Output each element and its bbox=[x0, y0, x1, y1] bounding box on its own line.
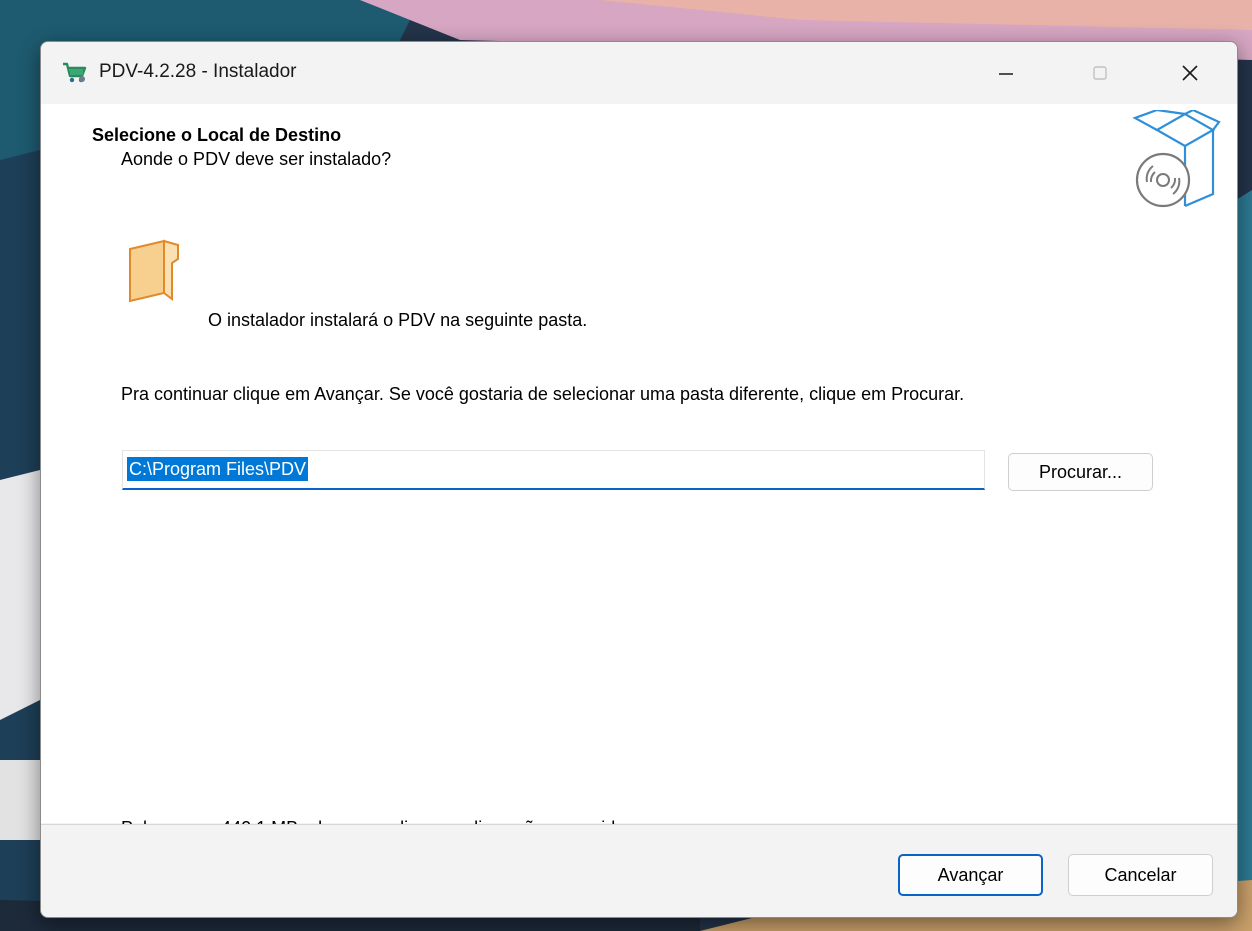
minimize-icon bbox=[999, 73, 1013, 75]
destination-info: O instalador instalará o PDV na seguinte… bbox=[208, 310, 588, 330]
destination-path-input[interactable]: C:\Program Files\PDV bbox=[122, 450, 985, 490]
maximize-button[interactable] bbox=[1065, 42, 1135, 104]
wizard-page: Selecione o Local de Destino Aonde o PDV… bbox=[41, 104, 1237, 838]
page-subtitle: Aonde o PDV deve ser instalado? bbox=[121, 149, 392, 169]
installer-window: PDV-4.2.28 - Instalador Selecione o Loca… bbox=[40, 41, 1238, 918]
window-title: PDV-4.2.28 - Instalador bbox=[99, 61, 297, 82]
instructions-text: Pra continuar clique em Avançar. Se você… bbox=[121, 384, 965, 404]
maximize-icon bbox=[1093, 66, 1107, 80]
cancel-button[interactable]: Cancelar bbox=[1068, 854, 1213, 896]
minimize-button[interactable] bbox=[971, 42, 1041, 104]
browse-button[interactable]: Procurar... bbox=[1008, 453, 1153, 491]
folder-icon bbox=[129, 239, 179, 303]
button-bar: Avançar Cancelar bbox=[41, 825, 1237, 917]
close-button[interactable] bbox=[1155, 42, 1225, 104]
setup-box-icon bbox=[1132, 110, 1221, 208]
next-button[interactable]: Avançar bbox=[898, 854, 1043, 896]
close-icon bbox=[1182, 65, 1198, 81]
page-title: Selecione o Local de Destino bbox=[92, 125, 342, 145]
destination-path-value: C:\Program Files\PDV bbox=[127, 457, 309, 481]
shopping-cart-icon bbox=[63, 62, 87, 83]
title-bar[interactable]: PDV-4.2.28 - Instalador bbox=[41, 42, 1237, 104]
